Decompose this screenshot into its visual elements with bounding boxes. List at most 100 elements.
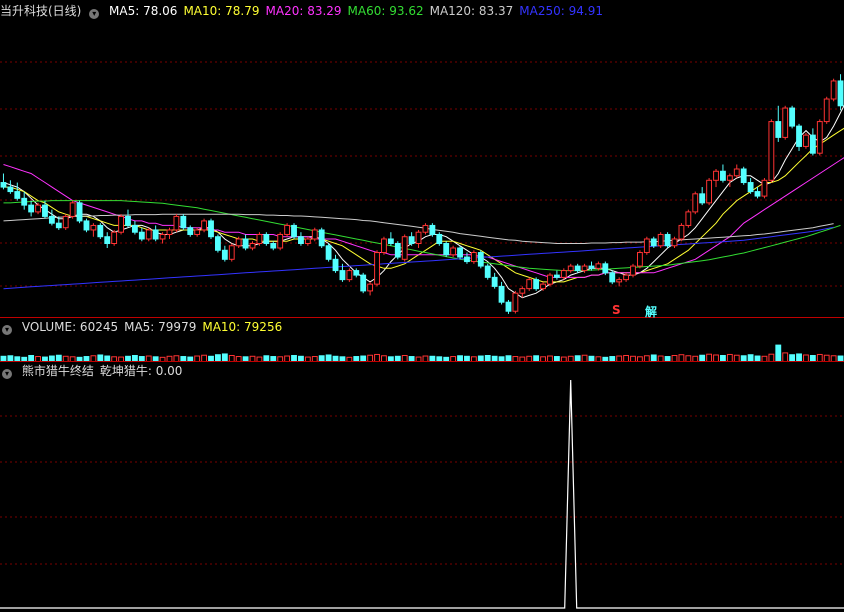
candle-body bbox=[145, 229, 152, 240]
price-chart: 56.88 bbox=[0, 61, 844, 318]
volume-bar bbox=[201, 354, 208, 362]
volume-bar bbox=[747, 354, 754, 362]
candle-body bbox=[706, 179, 713, 204]
candle-body bbox=[533, 279, 540, 290]
volume-bar bbox=[581, 354, 588, 362]
candle-body bbox=[48, 215, 55, 224]
volume-bar bbox=[214, 354, 221, 362]
candle-body bbox=[553, 274, 560, 278]
candle-body bbox=[381, 238, 387, 254]
candle-body bbox=[602, 263, 609, 274]
candle-body bbox=[498, 285, 505, 303]
candle-body bbox=[685, 211, 692, 226]
volume-bar bbox=[796, 353, 802, 362]
candle-body bbox=[173, 215, 180, 231]
candle-body bbox=[201, 220, 208, 231]
volume-bar bbox=[374, 353, 380, 362]
candle-body bbox=[339, 270, 346, 281]
volume-bar bbox=[713, 354, 719, 362]
candle-body bbox=[588, 265, 595, 269]
candle-body bbox=[346, 270, 353, 281]
sell-marker: S bbox=[612, 303, 621, 317]
candle-body bbox=[809, 134, 816, 154]
candle-body bbox=[221, 249, 228, 260]
candle-body bbox=[726, 175, 733, 181]
candle-body bbox=[325, 245, 332, 260]
candle-body bbox=[104, 236, 111, 245]
ma-line-ma10 bbox=[3, 127, 844, 283]
candle-body bbox=[256, 233, 263, 244]
candle-body bbox=[7, 186, 14, 193]
candle-body bbox=[512, 292, 519, 312]
candle-body bbox=[789, 107, 796, 127]
volume-bar bbox=[733, 354, 740, 362]
candle-body bbox=[111, 231, 118, 245]
candle-body bbox=[401, 236, 408, 260]
candle-body bbox=[360, 274, 367, 292]
candle-body bbox=[35, 204, 41, 213]
ma-line-ma5 bbox=[3, 104, 844, 299]
candle-body bbox=[443, 243, 450, 256]
candle-body bbox=[415, 231, 422, 245]
candle-body bbox=[526, 279, 533, 290]
candle-body bbox=[187, 227, 194, 235]
candle-body bbox=[249, 243, 256, 249]
volume-bar bbox=[782, 352, 789, 362]
candle-body bbox=[623, 274, 630, 281]
volume-bar bbox=[706, 353, 713, 362]
volume-bar bbox=[803, 354, 809, 362]
candle-body bbox=[464, 256, 470, 263]
candle-body bbox=[560, 270, 567, 278]
candle-body bbox=[782, 107, 789, 138]
candle-body bbox=[304, 238, 311, 244]
candle-body bbox=[208, 220, 214, 238]
candle-body bbox=[298, 236, 304, 245]
candle-body bbox=[21, 197, 28, 206]
candle-body bbox=[816, 121, 823, 154]
candle-body bbox=[394, 243, 401, 258]
candle-body bbox=[630, 265, 636, 276]
candle-body bbox=[291, 224, 297, 238]
candle-body bbox=[277, 233, 284, 249]
candle-body bbox=[242, 238, 249, 249]
candle-body bbox=[28, 204, 35, 213]
candle-body bbox=[118, 215, 124, 233]
candle-body bbox=[733, 168, 740, 177]
candle-body bbox=[422, 224, 429, 233]
candle-body bbox=[581, 265, 588, 272]
candle-body bbox=[519, 288, 526, 294]
candle-body bbox=[55, 222, 62, 229]
candle-body bbox=[470, 252, 477, 263]
signal-line bbox=[0, 379, 844, 609]
candle-body bbox=[138, 231, 145, 240]
candle-body bbox=[699, 193, 706, 204]
candle-body bbox=[69, 202, 76, 217]
candle-body bbox=[761, 179, 768, 197]
candle-body bbox=[720, 170, 726, 181]
candle-body bbox=[643, 238, 650, 254]
candle-body bbox=[837, 80, 844, 107]
candle-body bbox=[180, 215, 187, 229]
candle-body bbox=[609, 272, 616, 283]
candle-body bbox=[166, 229, 173, 235]
candle-body bbox=[194, 229, 201, 235]
candle-body bbox=[214, 236, 221, 251]
candle-body bbox=[803, 134, 809, 147]
volume-bar bbox=[726, 353, 733, 362]
candle-body bbox=[353, 270, 360, 276]
candle-body bbox=[830, 80, 837, 100]
candle-body bbox=[131, 224, 138, 233]
indicator-chart bbox=[0, 379, 844, 609]
candle-body bbox=[263, 233, 270, 244]
candle-body bbox=[318, 229, 325, 247]
candle-body bbox=[62, 215, 69, 229]
candle-body bbox=[450, 247, 457, 256]
candle-body bbox=[540, 283, 546, 290]
candle-body bbox=[595, 263, 602, 269]
candle-body bbox=[484, 265, 491, 278]
candle-body bbox=[235, 238, 242, 247]
volume-bar bbox=[823, 354, 830, 362]
candle-body bbox=[740, 168, 747, 184]
volume-bar bbox=[816, 353, 823, 362]
candle-body bbox=[775, 121, 782, 138]
